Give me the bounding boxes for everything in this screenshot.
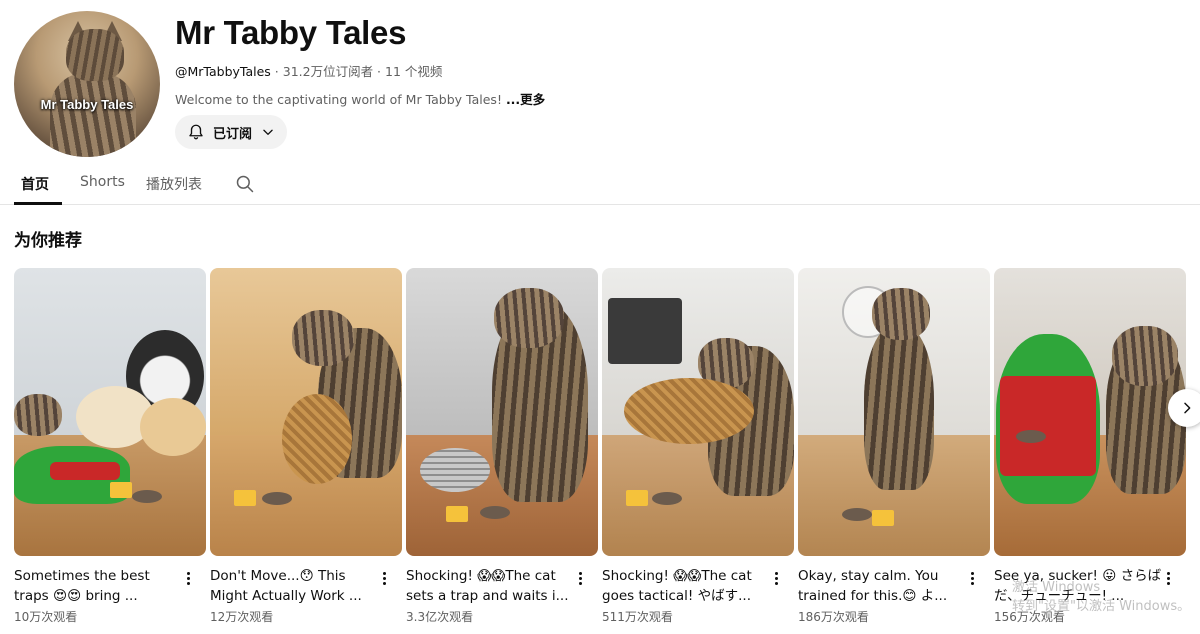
- video-title[interactable]: Sometimes the best traps 😍😍 bring ...: [14, 566, 182, 606]
- colander-trap: [420, 448, 490, 492]
- chevron-down-icon: [263, 129, 273, 135]
- video-title[interactable]: Shocking! 😱😱The cat sets a trap and wait…: [406, 566, 574, 606]
- section-title: 为你推荐: [14, 231, 82, 251]
- mouse: [262, 492, 292, 505]
- mouse: [132, 490, 162, 503]
- video-views: 10万次观看: [14, 610, 78, 624]
- video-views: 511万次观看: [602, 610, 673, 624]
- mouse: [842, 508, 872, 521]
- channel-title: Mr Tabby Tales: [175, 14, 407, 51]
- subscribed-button[interactable]: 已订阅: [175, 115, 287, 149]
- tab-shorts[interactable]: Shorts: [80, 174, 125, 190]
- description-text: Welcome to the captivating world of Mr T…: [175, 92, 506, 107]
- cheese: [110, 482, 132, 498]
- avatar-cat-head: [66, 29, 124, 81]
- video-thumbnail[interactable]: [210, 268, 402, 556]
- tab-home[interactable]: 首页: [21, 174, 49, 194]
- oven: [608, 298, 682, 364]
- channel-avatar[interactable]: Mr Tabby Tales: [14, 11, 160, 157]
- video-thumbnail[interactable]: [406, 268, 598, 556]
- video-thumbnail[interactable]: [14, 268, 206, 556]
- video-title[interactable]: Don't Move...😯 This Might Actually Work …: [210, 566, 378, 606]
- cheese: [872, 510, 894, 526]
- chevron-right-icon: [1184, 402, 1191, 414]
- channel-description[interactable]: Welcome to the captivating world of Mr T…: [175, 89, 545, 108]
- channel-handle: @MrTabbyTales: [175, 64, 271, 79]
- mouse: [480, 506, 510, 519]
- crocodile-mouth: [1000, 376, 1096, 476]
- cat-head: [292, 310, 354, 366]
- more-vert-icon[interactable]: [768, 570, 784, 590]
- channel-stats: · 31.2万位订阅者 · 11 个视频: [270, 64, 443, 79]
- avatar-logo-text: Mr Tabby Tales: [40, 97, 134, 112]
- video-views: 12万次观看: [210, 610, 274, 624]
- video-title[interactable]: Shocking! 😱😱The cat goes tactical! やばす..…: [602, 566, 770, 606]
- description-more-link[interactable]: ...更多: [506, 92, 545, 107]
- tab-playlists[interactable]: 播放列表: [146, 174, 202, 194]
- bell-icon: [189, 124, 203, 140]
- watermark-line: 激活 Windows: [1012, 580, 1101, 595]
- active-tab-indicator: [14, 202, 62, 205]
- more-vert-icon[interactable]: [964, 570, 980, 590]
- cat-head: [494, 288, 564, 348]
- cat-head: [872, 288, 930, 340]
- cheese: [626, 490, 648, 506]
- channel-tabs: 首页 Shorts 播放列表: [0, 160, 1200, 205]
- wicker-basket: [624, 378, 754, 444]
- wicker-basket: [282, 394, 352, 484]
- crocodile-mouth: [50, 462, 120, 480]
- video-card[interactable]: Okay, stay calm. You trained for this.😊 …: [798, 268, 990, 625]
- video-thumbnail[interactable]: [602, 268, 794, 556]
- channel-meta: @MrTabbyTales · 31.2万位订阅者 · 11 个视频: [175, 61, 442, 80]
- more-vert-icon[interactable]: [572, 570, 588, 590]
- windows-activation-watermark: 激活 Windows 转到"设置"以激活 Windows。: [1012, 578, 1190, 616]
- video-card[interactable]: See ya, sucker! 😛 さらばだ、チューチュー! ... 156万次…: [994, 268, 1186, 625]
- video-card[interactable]: Don't Move...😯 This Might Actually Work …: [210, 268, 402, 625]
- mouse: [1016, 430, 1046, 443]
- puppy: [140, 398, 206, 456]
- cat-head: [1112, 326, 1178, 386]
- watermark-line: 转到"设置"以激活 Windows。: [1012, 599, 1191, 614]
- subscribed-label: 已订阅: [213, 126, 253, 142]
- video-views: 186万次观看: [798, 610, 869, 624]
- cheese: [234, 490, 256, 506]
- video-title[interactable]: Okay, stay calm. You trained for this.😊 …: [798, 566, 966, 606]
- video-thumbnail[interactable]: [798, 268, 990, 556]
- mouse: [652, 492, 682, 505]
- video-thumbnail[interactable]: [994, 268, 1186, 556]
- search-icon[interactable]: [235, 174, 255, 194]
- video-card[interactable]: Sometimes the best traps 😍😍 bring ... 10…: [14, 268, 206, 625]
- video-card[interactable]: Shocking! 😱😱The cat goes tactical! やばす..…: [602, 268, 794, 625]
- cheese: [446, 506, 468, 522]
- more-vert-icon[interactable]: [376, 570, 392, 590]
- video-views: 3.3亿次观看: [406, 610, 474, 624]
- cat: [14, 394, 62, 436]
- more-vert-icon[interactable]: [180, 570, 196, 590]
- avatar-cat-body: [50, 73, 136, 157]
- cat: [864, 324, 934, 490]
- carousel-next-button[interactable]: [1168, 389, 1200, 427]
- video-card[interactable]: Shocking! 😱😱The cat sets a trap and wait…: [406, 268, 598, 625]
